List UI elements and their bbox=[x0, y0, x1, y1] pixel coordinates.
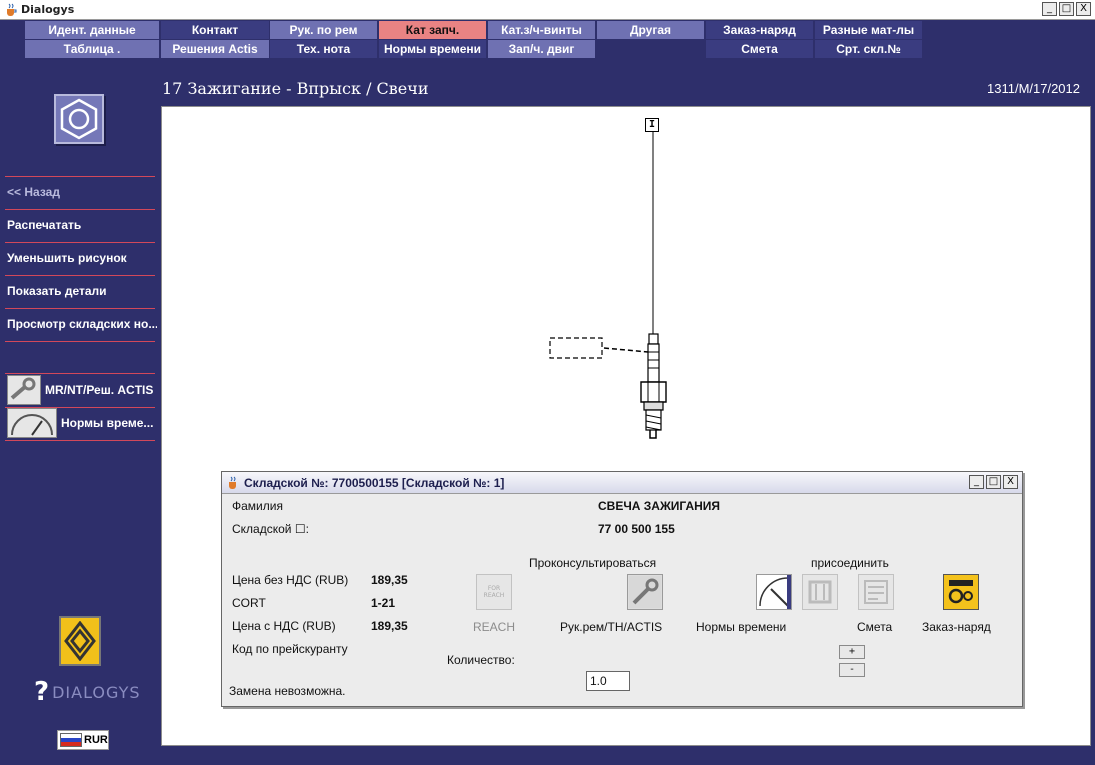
menu-table[interactable]: Таблица . bbox=[25, 40, 159, 58]
quantity-input[interactable] bbox=[586, 671, 630, 691]
java-cup-icon bbox=[229, 476, 236, 489]
family-value: СВЕЧА ЗАЖИГАНИЯ bbox=[598, 499, 721, 513]
reference-code: 1311/M/17/2012 bbox=[987, 81, 1080, 96]
time-norms-label: Нормы време... bbox=[61, 416, 154, 430]
gauge-icon bbox=[7, 408, 57, 438]
dialogys-wordmark: DIALOGYS bbox=[52, 682, 141, 702]
sidebar-separator bbox=[5, 176, 155, 177]
sidebar-separator bbox=[5, 373, 155, 374]
menu-stock-sort[interactable]: Срт. скл.№ bbox=[815, 40, 922, 58]
attach-icon bbox=[808, 580, 832, 604]
currency-selector[interactable]: RUR bbox=[57, 730, 109, 750]
dialog-maximize-button[interactable]: □ bbox=[986, 475, 1001, 489]
sidebar-separator bbox=[5, 308, 155, 309]
repair-manual-label: Рук.рем/TH/ACTIS bbox=[560, 620, 663, 634]
sidebar-separator bbox=[5, 209, 155, 210]
repair-manual-button[interactable] bbox=[627, 574, 663, 610]
price-incl-vat-label: Цена с НДС (RUB) bbox=[232, 619, 336, 633]
work-order-label: Заказ-наряд bbox=[922, 620, 991, 634]
time-norms-label: Нормы времени bbox=[696, 620, 787, 634]
wrench-icon bbox=[7, 375, 41, 405]
sidebar-separator bbox=[5, 341, 155, 342]
window-title-bar: Dialogys _ □ X bbox=[0, 0, 1095, 20]
page-title: 17 Зажигание - Впрыск / Свечи bbox=[162, 79, 429, 98]
part-details-dialog: Складской №: 7700500155 [Складской №: 1]… bbox=[221, 471, 1023, 707]
stock-number-value: 77 00 500 155 bbox=[598, 522, 675, 536]
renault-logo bbox=[59, 616, 101, 666]
question-mark-icon: ? bbox=[34, 677, 51, 707]
attach-button[interactable] bbox=[802, 574, 838, 610]
price-excl-vat-value: 189,35 bbox=[371, 573, 408, 587]
minimize-button[interactable]: _ bbox=[1042, 2, 1057, 16]
app-window: Dialogys _ □ X Идент. данные Контакт Рук… bbox=[0, 0, 1095, 765]
reach-button[interactable]: FOR REACH bbox=[476, 574, 512, 610]
sidebar-separator bbox=[5, 275, 155, 276]
dialog-title-bar: Складской №: 7700500155 [Складской №: 1]… bbox=[222, 472, 1022, 494]
consult-label: Проконсультироваться bbox=[529, 556, 657, 570]
sidebar-separator bbox=[5, 440, 155, 441]
estimate-icon bbox=[864, 580, 888, 604]
cort-label: CORT bbox=[232, 596, 266, 610]
wrench-icon bbox=[629, 576, 661, 608]
quantity-increase-button[interactable]: + bbox=[839, 645, 865, 659]
menu-estimate[interactable]: Смета bbox=[706, 40, 813, 58]
maximize-button[interactable]: □ bbox=[1059, 2, 1074, 16]
view-stock-numbers-link[interactable]: Просмотр складских но... bbox=[7, 317, 157, 331]
menu-actis-solutions[interactable]: Решения Actis bbox=[161, 40, 269, 58]
menu-work-order[interactable]: Заказ-наряд bbox=[706, 21, 813, 39]
reduce-picture-link[interactable]: Уменьшить рисунок bbox=[7, 251, 157, 265]
close-button[interactable]: X bbox=[1076, 2, 1091, 16]
quantity-decrease-button[interactable]: - bbox=[839, 663, 865, 677]
menu-engine-parts[interactable]: Зап/ч. двиг bbox=[488, 40, 595, 58]
price-incl-vat-value: 189,35 bbox=[371, 619, 408, 633]
mr-actis-label: MR/NT/Реш. ACTIS bbox=[45, 383, 154, 397]
spark-plug-drawing bbox=[549, 132, 667, 439]
estimate-label: Смета bbox=[857, 620, 893, 634]
currency-code: RUR bbox=[84, 734, 108, 746]
stock-number-label: Складской ☐: bbox=[232, 522, 309, 536]
price-excl-vat-label: Цена без НДС (RUB) bbox=[232, 573, 349, 587]
attach-label: присоединить bbox=[811, 556, 889, 570]
back-link[interactable]: << Назад bbox=[7, 185, 157, 199]
dialog-title: Складской №: 7700500155 [Складской №: 1] bbox=[244, 475, 505, 490]
gauge-icon bbox=[759, 575, 791, 609]
menu-misc-materials[interactable]: Разные мат-лы bbox=[815, 21, 922, 39]
reach-label: REACH bbox=[473, 620, 516, 634]
dialogys-logo: ? DIALOGYS bbox=[34, 677, 141, 707]
menu-other[interactable]: Другая bbox=[597, 21, 704, 39]
java-cup-icon bbox=[7, 3, 17, 16]
estimate-button[interactable] bbox=[858, 574, 894, 610]
menu-contact[interactable]: Контакт bbox=[161, 21, 269, 39]
family-label: Фамилия bbox=[232, 499, 283, 513]
dialog-minimize-button[interactable]: _ bbox=[969, 475, 984, 489]
menu-time-norms[interactable]: Нормы времени bbox=[379, 40, 486, 58]
section-logo-icon bbox=[54, 94, 104, 144]
menu-ident-data[interactable]: Идент. данные bbox=[25, 21, 159, 39]
menu-screws-catalog[interactable]: Кат.з/ч-винты bbox=[488, 21, 595, 39]
sidebar-separator bbox=[5, 242, 155, 243]
hex-nut-icon bbox=[60, 98, 98, 140]
work-order-button[interactable] bbox=[943, 574, 979, 610]
show-details-link[interactable]: Показать детали bbox=[7, 284, 157, 298]
menu-parts-catalog[interactable]: Кат запч. bbox=[379, 21, 486, 39]
reach-icon-text: FOR REACH bbox=[483, 585, 505, 599]
menu-tech-note[interactable]: Тех. нота bbox=[270, 40, 377, 58]
quantity-label: Количество: bbox=[447, 653, 515, 667]
window-title: Dialogys bbox=[21, 3, 75, 16]
status-message: Замена невозможна. bbox=[229, 684, 346, 698]
price-list-code-label: Код по прейскуранту bbox=[232, 642, 348, 656]
mr-actis-link[interactable]: MR/NT/Реш. ACTIS bbox=[7, 375, 153, 405]
dialog-close-button[interactable]: X bbox=[1003, 475, 1018, 489]
cort-value: 1-21 bbox=[371, 596, 396, 610]
russia-flag-icon bbox=[60, 733, 82, 747]
time-norms-link[interactable]: Нормы време... bbox=[7, 408, 153, 438]
menu-repair-manual[interactable]: Рук. по рем bbox=[270, 21, 377, 39]
print-link[interactable]: Распечатать bbox=[7, 218, 157, 232]
work-order-icon bbox=[947, 578, 975, 606]
time-norms-button[interactable] bbox=[756, 574, 792, 610]
dialog-body: Фамилия СВЕЧА ЗАЖИГАНИЯ Складской ☐: 77 … bbox=[222, 494, 1022, 706]
